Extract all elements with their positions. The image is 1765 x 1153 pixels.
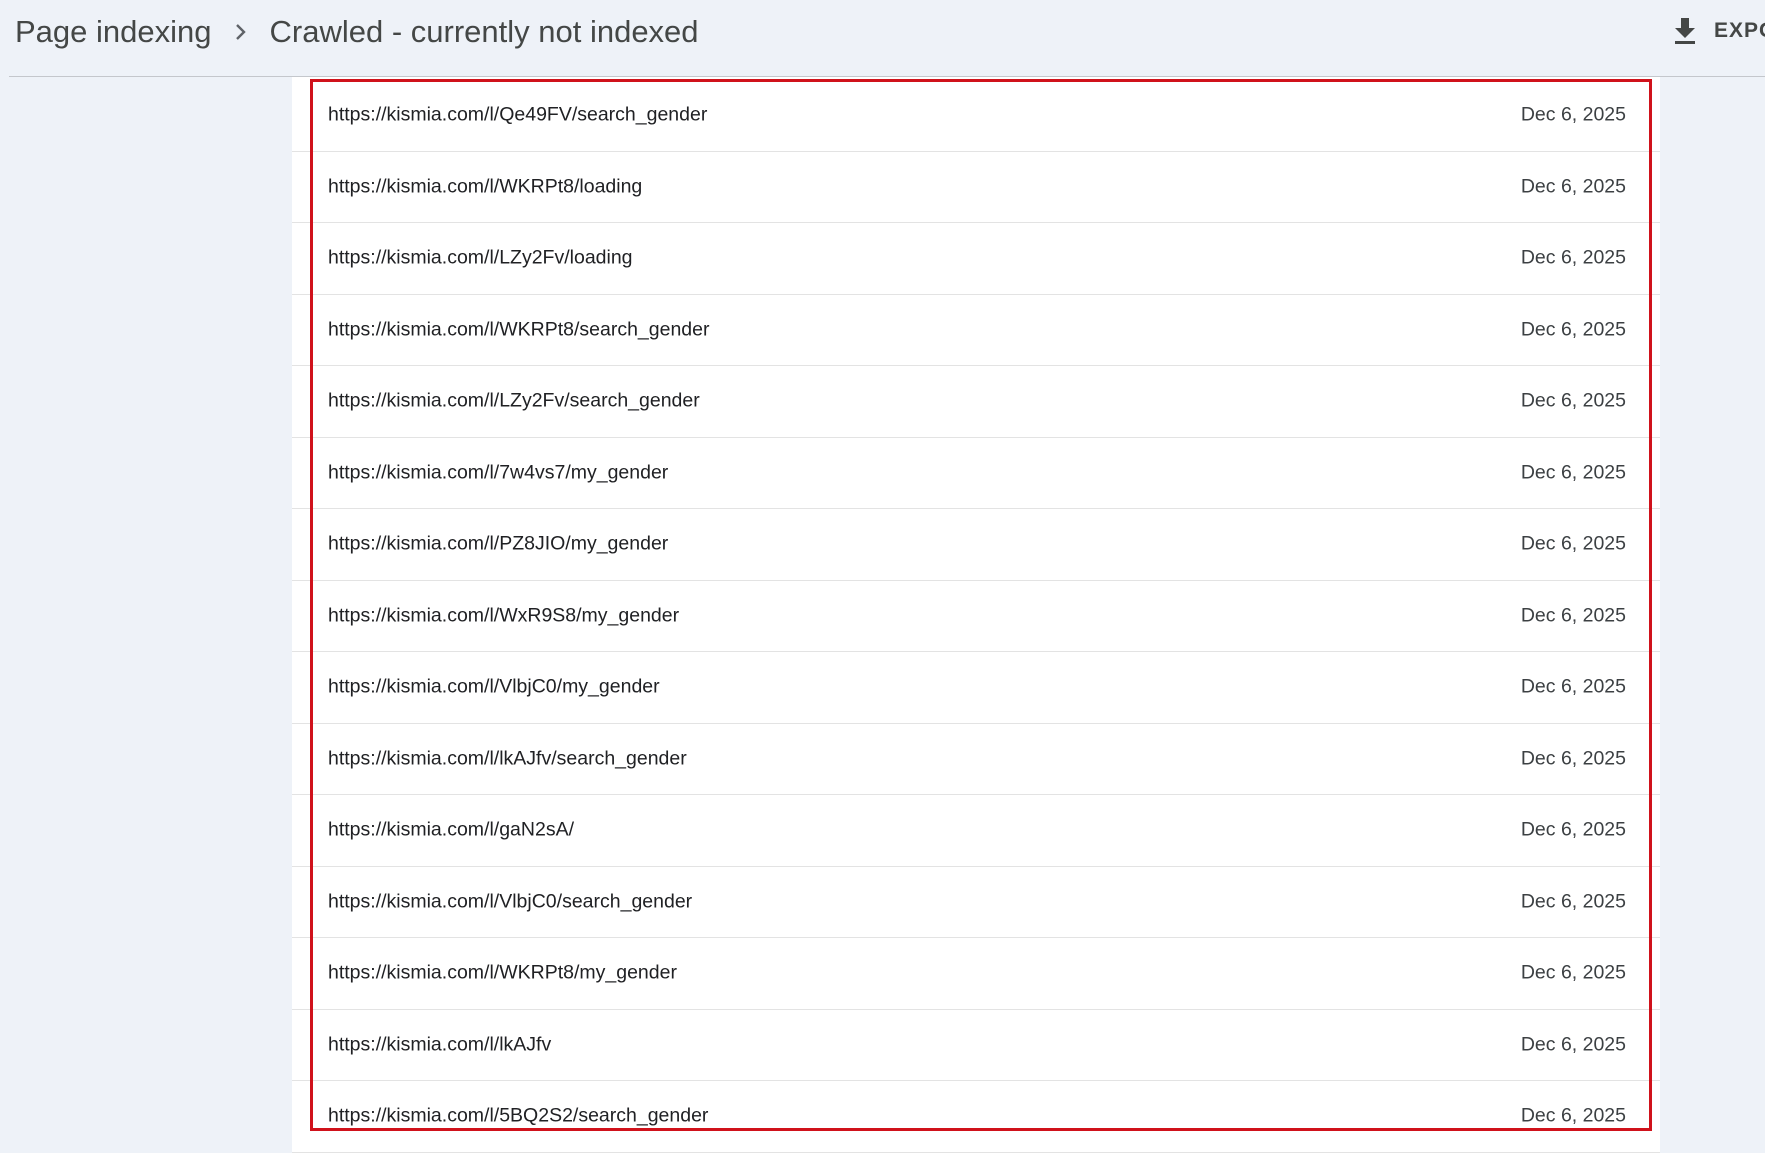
page-title: Crawled - currently not indexed: [269, 14, 699, 49]
table-row[interactable]: https://kismia.com/l/VlbjC0/search_gende…: [292, 867, 1660, 938]
page-header: Page indexing Crawled - currently not in…: [0, 0, 1765, 76]
row-url: https://kismia.com/l/lkAJfv/search_gende…: [328, 747, 687, 770]
row-url: https://kismia.com/l/gaN2sA/: [328, 818, 574, 841]
table-row[interactable]: https://kismia.com/l/7w4vs7/my_gender Dec…: [292, 438, 1660, 509]
row-url: https://kismia.com/l/WKRPt8/search_gende…: [328, 318, 710, 341]
row-last-crawled-date: Dec 6, 2025: [1520, 675, 1626, 698]
export-label: EXPO: [1714, 19, 1765, 42]
table-row[interactable]: https://kismia.com/l/WKRPt8/search_gende…: [292, 295, 1660, 366]
breadcrumb: Page indexing Crawled - currently not in…: [15, 12, 699, 52]
row-last-crawled-date: Dec 6, 2025: [1520, 175, 1626, 198]
row-url: https://kismia.com/l/LZy2Fv/loading: [328, 246, 633, 269]
row-url: https://kismia.com/l/WKRPt8/my_gender: [328, 961, 677, 984]
row-url: https://kismia.com/l/WKRPt8/loading: [328, 175, 643, 198]
row-url: https://kismia.com/l/LZy2Fv/search_gende…: [328, 389, 700, 412]
row-url: https://kismia.com/l/PZ8JIO/my_gender: [328, 532, 669, 555]
download-icon: [1668, 14, 1702, 48]
table-body: https://kismia.com/l/Qe49FV/search_gende…: [292, 80, 1660, 1153]
row-last-crawled-date: Dec 6, 2025: [1520, 961, 1626, 984]
table-row[interactable]: https://kismia.com/l/WKRPt8/loading Dec 6…: [292, 152, 1660, 223]
row-url: https://kismia.com/l/5BQ2S2/search_gende…: [328, 1104, 709, 1127]
row-last-crawled-date: Dec 6, 2025: [1520, 890, 1626, 913]
row-last-crawled-date: Dec 6, 2025: [1520, 604, 1626, 627]
row-last-crawled-date: Dec 6, 2025: [1520, 103, 1626, 126]
row-last-crawled-date: Dec 6, 2025: [1520, 1033, 1626, 1056]
row-url: https://kismia.com/l/Qe49FV/search_gende…: [328, 103, 708, 126]
table-row[interactable]: https://kismia.com/l/5BQ2S2/search_gende…: [292, 1081, 1660, 1153]
row-last-crawled-date: Dec 6, 2025: [1520, 532, 1626, 555]
table-row[interactable]: https://kismia.com/l/gaN2sA/Dec 6, 2025: [292, 795, 1660, 867]
table-row[interactable]: https://kismia.com/l/Qe49FV/search_gende…: [292, 80, 1660, 152]
breadcrumb-page-indexing-link[interactable]: Page indexing: [15, 14, 212, 50]
export-button[interactable]: EXPO: [1668, 8, 1765, 54]
table-row[interactable]: https://kismia.com/l/LZy2Fv/loading Dec 6…: [292, 223, 1660, 295]
row-last-crawled-date: Dec 6, 2025: [1520, 1104, 1626, 1127]
table-row[interactable]: https://kismia.com/l/LZy2Fv/search_gende…: [292, 366, 1660, 438]
table-row[interactable]: https://kismia.com/l/WKRPt8/my_gender Dec…: [292, 938, 1660, 1010]
row-url: https://kismia.com/l/lkAJfv: [328, 1033, 552, 1056]
table-row[interactable]: https://kismia.com/l/lkAJfv/search_gende…: [292, 724, 1660, 795]
table-row[interactable]: https://kismia.com/l/lkAJfv Dec 6, 2025: [292, 1010, 1660, 1081]
table-row[interactable]: https://kismia.com/l/WxR9S8/my_gender Dec…: [292, 581, 1660, 652]
row-url: https://kismia.com/l/VlbjC0/search_gende…: [328, 890, 693, 913]
row-last-crawled-date: Dec 6, 2025: [1520, 246, 1626, 269]
row-last-crawled-date: Dec 6, 2025: [1520, 318, 1626, 341]
row-last-crawled-date: Dec 6, 2025: [1520, 818, 1626, 841]
table-row[interactable]: https://kismia.com/l/PZ8JIO/my_gender Dec…: [292, 509, 1660, 581]
row-url: https://kismia.com/l/VlbjC0/my_gender: [328, 675, 660, 698]
row-last-crawled-date: Dec 6, 2025: [1520, 389, 1626, 412]
row-last-crawled-date: Dec 6, 2025: [1520, 747, 1626, 770]
row-last-crawled-date: Dec 6, 2025: [1520, 461, 1626, 484]
row-url: https://kismia.com/l/WxR9S8/my_gender: [328, 604, 680, 627]
table-row[interactable]: https://kismia.com/l/VlbjC0/my_gender Dec…: [292, 652, 1660, 724]
row-url: https://kismia.com/l/7w4vs7/my_gender: [328, 461, 669, 484]
chevron-right-icon: [212, 12, 270, 52]
url-table: https://kismia.com/l/Qe49FV/search_gende…: [292, 77, 1660, 1153]
